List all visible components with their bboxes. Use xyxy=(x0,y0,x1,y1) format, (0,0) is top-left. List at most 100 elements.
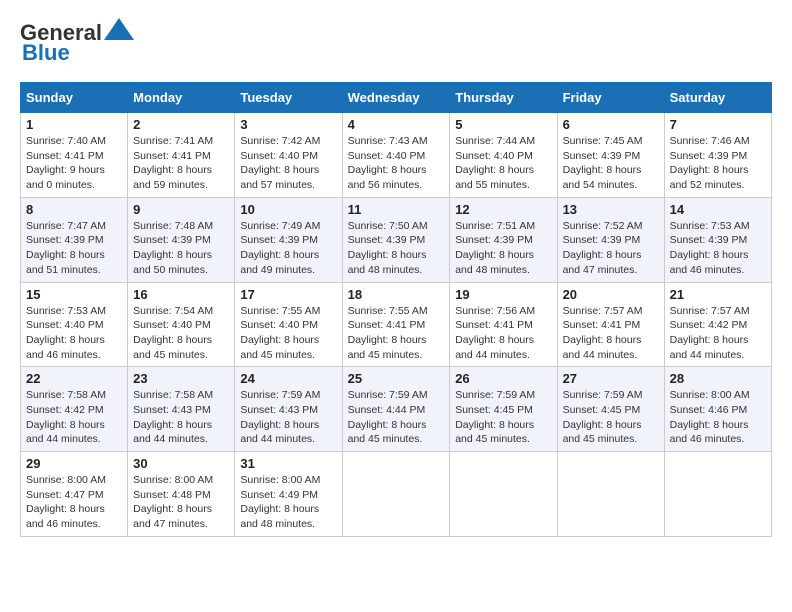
calendar-cell: 16 Sunrise: 7:54 AMSunset: 4:40 PMDayligh… xyxy=(128,282,235,367)
weekday-header-wednesday: Wednesday xyxy=(342,83,450,113)
calendar-cell: 6 Sunrise: 7:45 AMSunset: 4:39 PMDaylight… xyxy=(557,113,664,198)
cell-details: Sunrise: 7:49 AMSunset: 4:39 PMDaylight:… xyxy=(240,219,336,278)
day-number: 31 xyxy=(240,456,336,471)
cell-details: Sunrise: 7:57 AMSunset: 4:41 PMDaylight:… xyxy=(563,304,659,363)
cell-details: Sunrise: 7:57 AMSunset: 4:42 PMDaylight:… xyxy=(670,304,766,363)
calendar-cell: 27 Sunrise: 7:59 AMSunset: 4:45 PMDayligh… xyxy=(557,367,664,452)
page-header: General Blue xyxy=(20,20,772,66)
day-number: 24 xyxy=(240,371,336,386)
day-number: 29 xyxy=(26,456,122,471)
day-number: 8 xyxy=(26,202,122,217)
logo-blue: Blue xyxy=(22,40,70,66)
calendar-week-5: 29 Sunrise: 8:00 AMSunset: 4:47 PMDayligh… xyxy=(21,452,772,537)
cell-details: Sunrise: 7:59 AMSunset: 4:43 PMDaylight:… xyxy=(240,388,336,447)
day-number: 22 xyxy=(26,371,122,386)
day-number: 6 xyxy=(563,117,659,132)
day-number: 15 xyxy=(26,287,122,302)
cell-details: Sunrise: 7:51 AMSunset: 4:39 PMDaylight:… xyxy=(455,219,551,278)
cell-details: Sunrise: 7:42 AMSunset: 4:40 PMDaylight:… xyxy=(240,134,336,193)
calendar-cell: 15 Sunrise: 7:53 AMSunset: 4:40 PMDayligh… xyxy=(21,282,128,367)
cell-details: Sunrise: 7:45 AMSunset: 4:39 PMDaylight:… xyxy=(563,134,659,193)
cell-details: Sunrise: 7:54 AMSunset: 4:40 PMDaylight:… xyxy=(133,304,229,363)
day-number: 25 xyxy=(348,371,445,386)
weekday-header-thursday: Thursday xyxy=(450,83,557,113)
cell-details: Sunrise: 8:00 AMSunset: 4:47 PMDaylight:… xyxy=(26,473,122,532)
calendar-cell: 13 Sunrise: 7:52 AMSunset: 4:39 PMDayligh… xyxy=(557,197,664,282)
calendar-cell: 26Sunrise: 7:59 AMSunset: 4:45 PMDayligh… xyxy=(450,367,557,452)
calendar-cell: 4Sunrise: 7:43 AMSunset: 4:40 PMDaylight… xyxy=(342,113,450,198)
calendar-table: SundayMondayTuesdayWednesdayThursdayFrid… xyxy=(20,82,772,537)
calendar-cell xyxy=(450,452,557,537)
logo: General Blue xyxy=(20,20,134,66)
weekday-header-row: SundayMondayTuesdayWednesdayThursdayFrid… xyxy=(21,83,772,113)
cell-details: Sunrise: 7:50 AMSunset: 4:39 PMDaylight:… xyxy=(348,219,445,278)
calendar-cell: 23Sunrise: 7:58 AMSunset: 4:43 PMDayligh… xyxy=(128,367,235,452)
day-number: 20 xyxy=(563,287,659,302)
day-number: 1 xyxy=(26,117,122,132)
calendar-cell: 18Sunrise: 7:55 AMSunset: 4:41 PMDayligh… xyxy=(342,282,450,367)
calendar-cell: 30 Sunrise: 8:00 AMSunset: 4:48 PMDayligh… xyxy=(128,452,235,537)
day-number: 21 xyxy=(670,287,766,302)
calendar-cell: 5 Sunrise: 7:44 AMSunset: 4:40 PMDaylight… xyxy=(450,113,557,198)
calendar-week-3: 15 Sunrise: 7:53 AMSunset: 4:40 PMDayligh… xyxy=(21,282,772,367)
day-number: 9 xyxy=(133,202,229,217)
weekday-header-saturday: Saturday xyxy=(664,83,771,113)
calendar-cell: 29 Sunrise: 8:00 AMSunset: 4:47 PMDayligh… xyxy=(21,452,128,537)
calendar-cell: 2 Sunrise: 7:41 AMSunset: 4:41 PMDaylight… xyxy=(128,113,235,198)
calendar-cell: 11 Sunrise: 7:50 AMSunset: 4:39 PMDayligh… xyxy=(342,197,450,282)
calendar-cell xyxy=(342,452,450,537)
calendar-cell: 17 Sunrise: 7:55 AMSunset: 4:40 PMDayligh… xyxy=(235,282,342,367)
calendar-cell xyxy=(557,452,664,537)
day-number: 27 xyxy=(563,371,659,386)
weekday-header-friday: Friday xyxy=(557,83,664,113)
day-number: 12 xyxy=(455,202,551,217)
calendar-cell: 1 Sunrise: 7:40 AMSunset: 4:41 PMDaylight… xyxy=(21,113,128,198)
day-number: 14 xyxy=(670,202,766,217)
calendar-cell: 12 Sunrise: 7:51 AMSunset: 4:39 PMDayligh… xyxy=(450,197,557,282)
calendar-cell: 3Sunrise: 7:42 AMSunset: 4:40 PMDaylight… xyxy=(235,113,342,198)
day-number: 30 xyxy=(133,456,229,471)
calendar-week-1: 1 Sunrise: 7:40 AMSunset: 4:41 PMDaylight… xyxy=(21,113,772,198)
cell-details: Sunrise: 8:00 AMSunset: 4:48 PMDaylight:… xyxy=(133,473,229,532)
calendar-week-2: 8 Sunrise: 7:47 AMSunset: 4:39 PMDaylight… xyxy=(21,197,772,282)
calendar-cell: 7Sunrise: 7:46 AMSunset: 4:39 PMDaylight… xyxy=(664,113,771,198)
calendar-cell: 24 Sunrise: 7:59 AMSunset: 4:43 PMDayligh… xyxy=(235,367,342,452)
cell-details: Sunrise: 7:46 AMSunset: 4:39 PMDaylight:… xyxy=(670,134,766,193)
logo-icon xyxy=(104,18,134,40)
cell-details: Sunrise: 7:48 AMSunset: 4:39 PMDaylight:… xyxy=(133,219,229,278)
day-number: 5 xyxy=(455,117,551,132)
cell-details: Sunrise: 7:40 AMSunset: 4:41 PMDaylight:… xyxy=(26,134,122,193)
calendar-cell: 14 Sunrise: 7:53 AMSunset: 4:39 PMDayligh… xyxy=(664,197,771,282)
cell-details: Sunrise: 7:59 AMSunset: 4:44 PMDaylight:… xyxy=(348,388,445,447)
day-number: 11 xyxy=(348,202,445,217)
calendar-cell: 19 Sunrise: 7:56 AMSunset: 4:41 PMDayligh… xyxy=(450,282,557,367)
cell-details: Sunrise: 7:47 AMSunset: 4:39 PMDaylight:… xyxy=(26,219,122,278)
cell-details: Sunrise: 7:56 AMSunset: 4:41 PMDaylight:… xyxy=(455,304,551,363)
day-number: 17 xyxy=(240,287,336,302)
calendar-cell: 25 Sunrise: 7:59 AMSunset: 4:44 PMDayligh… xyxy=(342,367,450,452)
day-number: 23 xyxy=(133,371,229,386)
calendar-cell: 20 Sunrise: 7:57 AMSunset: 4:41 PMDayligh… xyxy=(557,282,664,367)
cell-details: Sunrise: 7:55 AMSunset: 4:40 PMDaylight:… xyxy=(240,304,336,363)
calendar-cell xyxy=(664,452,771,537)
cell-details: Sunrise: 7:53 AMSunset: 4:39 PMDaylight:… xyxy=(670,219,766,278)
day-number: 19 xyxy=(455,287,551,302)
calendar-cell: 22Sunrise: 7:58 AMSunset: 4:42 PMDayligh… xyxy=(21,367,128,452)
cell-details: Sunrise: 7:52 AMSunset: 4:39 PMDaylight:… xyxy=(563,219,659,278)
day-number: 16 xyxy=(133,287,229,302)
cell-details: Sunrise: 7:41 AMSunset: 4:41 PMDaylight:… xyxy=(133,134,229,193)
calendar-cell: 31 Sunrise: 8:00 AMSunset: 4:49 PMDayligh… xyxy=(235,452,342,537)
cell-details: Sunrise: 7:59 AMSunset: 4:45 PMDaylight:… xyxy=(563,388,659,447)
cell-details: Sunrise: 7:44 AMSunset: 4:40 PMDaylight:… xyxy=(455,134,551,193)
calendar-cell: 10Sunrise: 7:49 AMSunset: 4:39 PMDayligh… xyxy=(235,197,342,282)
calendar-week-4: 22Sunrise: 7:58 AMSunset: 4:42 PMDayligh… xyxy=(21,367,772,452)
day-number: 13 xyxy=(563,202,659,217)
calendar-cell: 21 Sunrise: 7:57 AMSunset: 4:42 PMDayligh… xyxy=(664,282,771,367)
day-number: 2 xyxy=(133,117,229,132)
cell-details: Sunrise: 7:59 AMSunset: 4:45 PMDaylight:… xyxy=(455,388,551,447)
cell-details: Sunrise: 8:00 AMSunset: 4:49 PMDaylight:… xyxy=(240,473,336,532)
cell-details: Sunrise: 7:53 AMSunset: 4:40 PMDaylight:… xyxy=(26,304,122,363)
day-number: 18 xyxy=(348,287,445,302)
calendar-cell: 9 Sunrise: 7:48 AMSunset: 4:39 PMDaylight… xyxy=(128,197,235,282)
day-number: 28 xyxy=(670,371,766,386)
